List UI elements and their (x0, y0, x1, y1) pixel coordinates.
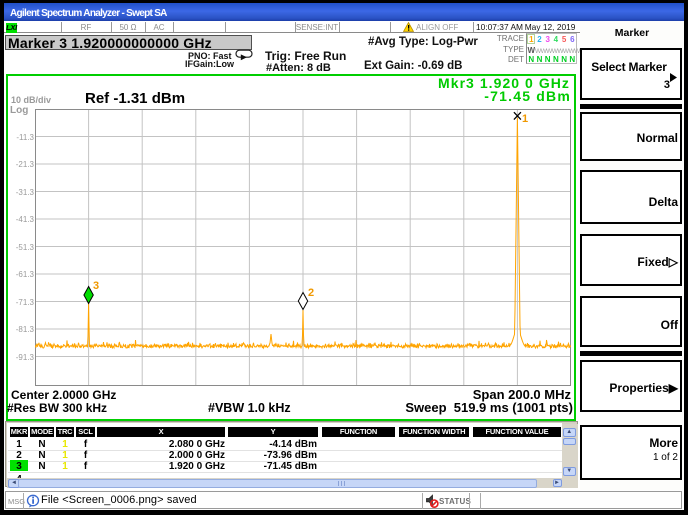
svg-text:1: 1 (522, 113, 528, 125)
svg-text:3: 3 (93, 280, 99, 292)
svg-text:2: 2 (308, 287, 314, 299)
